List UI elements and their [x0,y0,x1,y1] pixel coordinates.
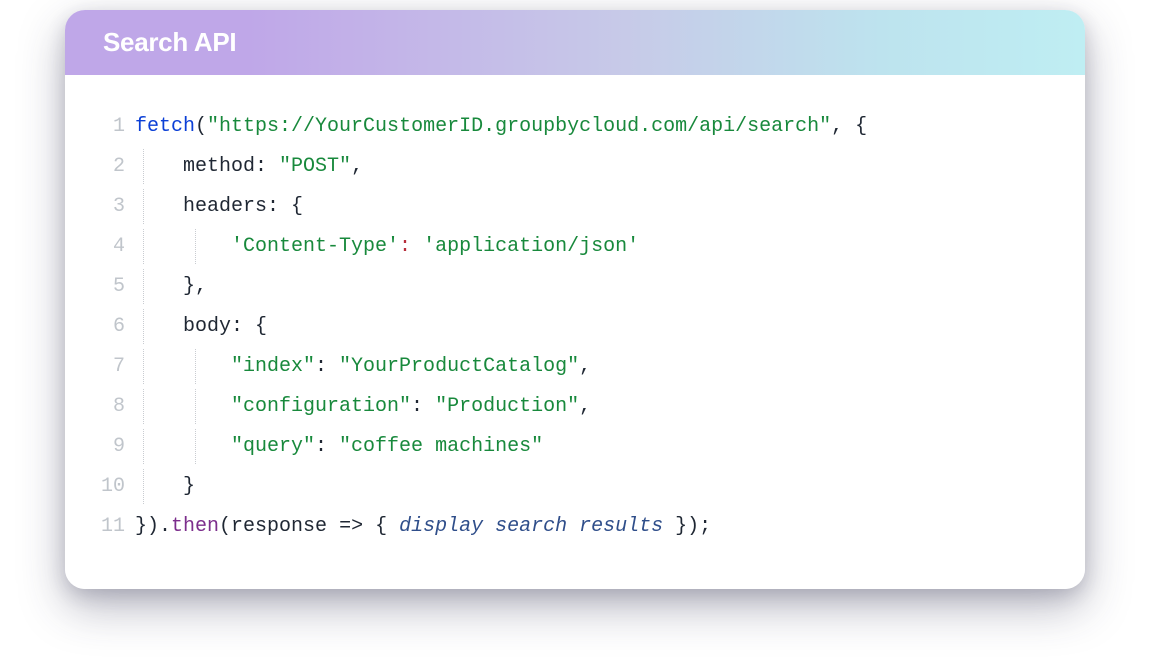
indent-guide [143,349,144,384]
line-number: 11 [93,515,135,538]
indent-guide [195,429,196,464]
code-line-5: 5 }, [93,275,1065,315]
line-number: 5 [93,275,135,298]
indent-guide [143,309,144,344]
line-content: body: { [135,315,1065,338]
indent-guide [143,469,144,504]
indent-guide [143,429,144,464]
indent-guide [143,189,144,224]
code-line-2: 2 method: "POST", [93,155,1065,195]
code-line-4: 4 'Content-Type': 'application/json' [93,235,1065,275]
line-number: 7 [93,355,135,378]
line-content: method: "POST", [135,155,1065,178]
indent-guide [143,269,144,304]
line-number: 1 [93,115,135,138]
code-line-1: 1 fetch("https://YourCustomerID.groupbyc… [93,115,1065,155]
code-line-8: 8 "configuration": "Production", [93,395,1065,435]
code-line-11: 11 }).then(response => { display search … [93,515,1065,555]
indent-guide [195,389,196,424]
code-line-10: 10 } [93,475,1065,515]
line-number: 3 [93,195,135,218]
line-content: }, [135,275,1065,298]
line-content: headers: { [135,195,1065,218]
code-line-9: 9 "query": "coffee machines" [93,435,1065,475]
code-body: 1 fetch("https://YourCustomerID.groupbyc… [65,75,1085,589]
line-number: 4 [93,235,135,258]
indent-guide [195,229,196,264]
line-content: "configuration": "Production", [135,395,1065,418]
card-title: Search API [103,27,236,57]
line-content: }).then(response => { display search res… [135,515,1065,538]
code-line-7: 7 "index": "YourProductCatalog", [93,355,1065,395]
line-content: "query": "coffee machines" [135,435,1065,458]
code-card: Search API 1 fetch("https://YourCustomer… [65,10,1085,589]
line-number: 10 [93,475,135,498]
indent-guide [195,349,196,384]
line-number: 8 [93,395,135,418]
line-content: "index": "YourProductCatalog", [135,355,1065,378]
line-number: 6 [93,315,135,338]
line-content: fetch("https://YourCustomerID.groupbyclo… [135,115,1065,138]
code-line-6: 6 body: { [93,315,1065,355]
line-content: 'Content-Type': 'application/json' [135,235,1065,258]
indent-guide [143,149,144,184]
code-line-3: 3 headers: { [93,195,1065,235]
line-number: 2 [93,155,135,178]
indent-guide [143,389,144,424]
line-number: 9 [93,435,135,458]
line-content: } [135,475,1065,498]
indent-guide [143,229,144,264]
card-header: Search API [65,10,1085,75]
